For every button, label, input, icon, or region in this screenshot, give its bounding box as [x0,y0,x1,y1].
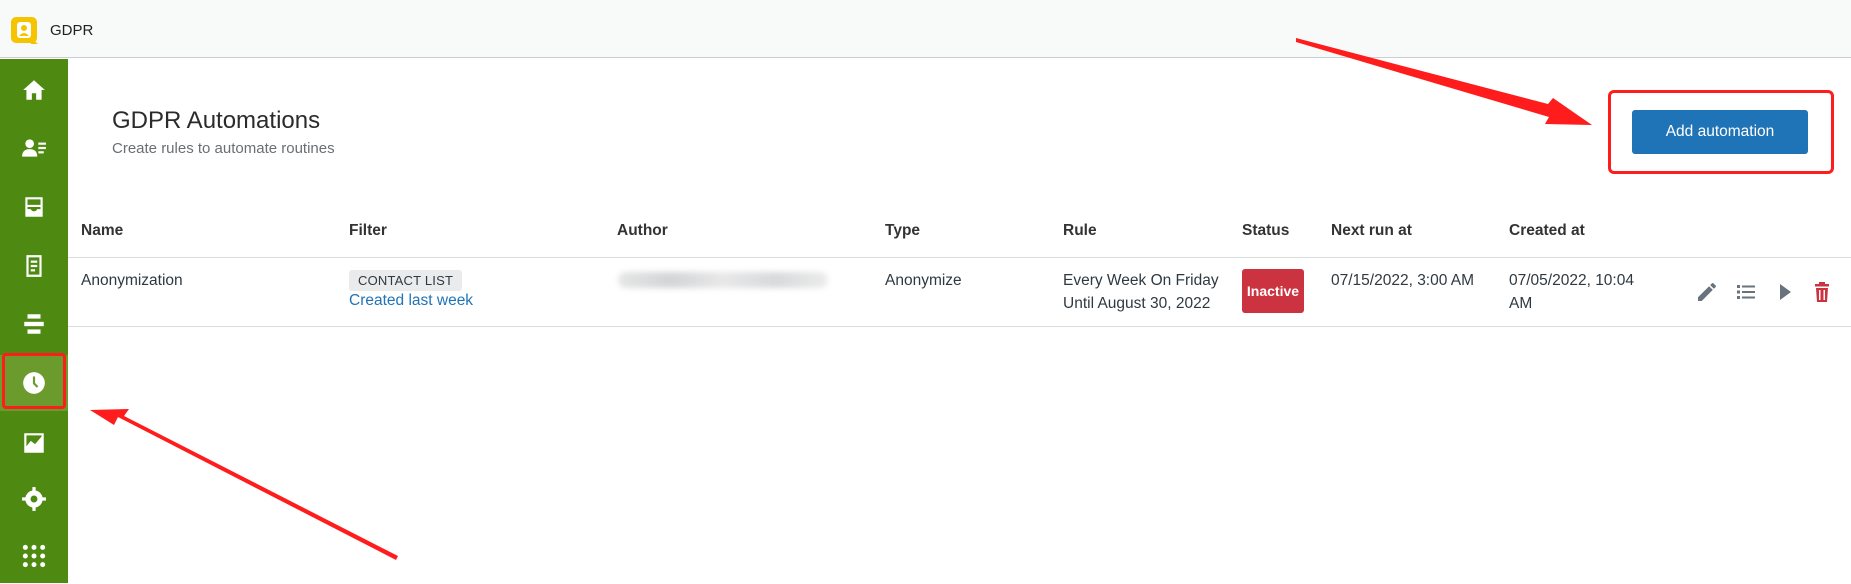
chart-icon [24,433,44,453]
column-header-created-at[interactable]: Created at [1509,222,1585,240]
filter-link[interactable]: Created last week [349,292,473,310]
column-header-next-run[interactable]: Next run at [1331,222,1412,240]
sidebar-item-document[interactable] [0,238,68,294]
column-header-author[interactable]: Author [617,222,668,240]
created-at-line1: 07/05/2022, 10:04 [1509,272,1634,289]
run-button[interactable] [1772,280,1796,304]
inbox-icon [25,197,43,217]
edit-icon [1698,283,1716,301]
edit-button[interactable] [1695,280,1719,304]
column-header-rule[interactable]: Rule [1063,222,1097,240]
automation-name: Anonymization [81,272,183,289]
sidebar-item-align[interactable] [0,296,68,352]
sidebar [0,59,68,583]
status-badge: Inactive [1242,269,1304,313]
created-at-line2: AM [1509,295,1533,312]
contacts-icon [22,139,46,157]
delete-button[interactable] [1810,280,1834,304]
add-automation-button[interactable]: Add automation [1632,110,1808,154]
author-email-redacted [618,272,828,288]
app-name: GDPR [50,22,94,39]
gdpr-badge-icon[interactable] [10,16,40,46]
next-run-value: 07/15/2022, 3:00 AM [1331,272,1475,289]
column-header-filter[interactable]: Filter [349,222,387,240]
column-header-name[interactable]: Name [81,222,123,240]
top-bar: GDPR [0,0,1851,58]
automation-rule-line1: Every Week On Friday [1063,272,1219,289]
trash-icon [1815,282,1829,302]
list-icon [1737,285,1755,299]
automation-type: Anonymize [885,272,962,289]
automation-rule-line2: Until August 30, 2022 [1063,295,1211,312]
column-header-type[interactable]: Type [885,222,920,240]
home-icon [23,80,45,100]
play-icon [1780,284,1791,300]
document-icon [26,255,42,277]
sidebar-item-apps[interactable] [0,528,68,584]
sidebar-item-contacts[interactable] [0,120,68,176]
sidebar-item-home[interactable] [0,62,68,118]
sidebar-item-settings[interactable] [0,471,68,527]
column-header-status[interactable]: Status [1242,222,1289,240]
align-icon [24,314,44,334]
page-subtitle: Create rules to automate routines [112,140,335,157]
arrow-to-automations-nav [90,409,398,560]
sidebar-item-inbox[interactable] [0,179,68,235]
logs-button[interactable] [1734,280,1758,304]
table-row-divider [68,326,1851,327]
filter-tag: CONTACT LIST [349,270,463,291]
table-header-divider [68,257,1851,258]
sidebar-annotation-box [2,353,66,409]
page-title: GDPR Automations [112,107,321,134]
apps-grid-icon [22,544,46,568]
gear-icon [22,487,46,511]
sidebar-item-reports[interactable] [0,415,68,471]
